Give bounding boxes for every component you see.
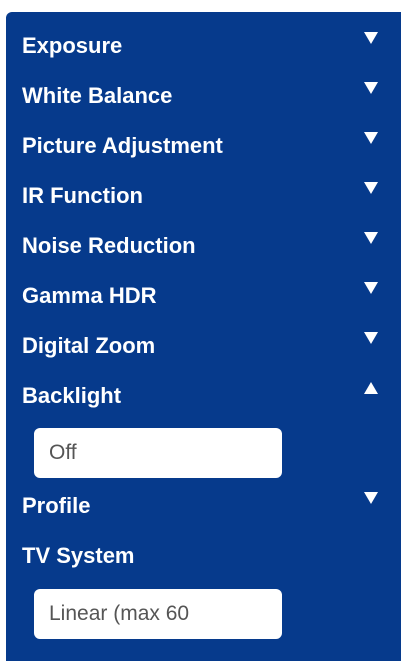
menu-item-exposure[interactable]: Exposure <box>6 26 401 66</box>
menu-item-label: Exposure <box>22 33 123 58</box>
menu-item-noise-reduction[interactable]: Noise Reduction <box>6 226 401 266</box>
settings-menu-panel: Exposure White Balance Picture Adjustmen… <box>6 12 401 661</box>
triangle-down-icon[interactable] <box>364 32 378 44</box>
triangle-down-icon[interactable] <box>364 82 378 94</box>
menu-item-backlight[interactable]: Backlight <box>6 376 401 416</box>
tv-system-select[interactable]: Linear (max 60 <box>34 589 282 639</box>
triangle-up-icon[interactable] <box>364 382 378 394</box>
menu-item-profile[interactable]: Profile <box>6 486 401 526</box>
triangle-down-icon[interactable] <box>364 332 378 344</box>
menu-item-label: Profile <box>22 493 91 518</box>
menu-item-label: TV System <box>22 543 135 568</box>
menu-item-gamma-hdr[interactable]: Gamma HDR <box>6 276 401 316</box>
menu-item-label: Gamma HDR <box>22 283 157 308</box>
triangle-down-icon[interactable] <box>364 232 378 244</box>
menu-item-label: White Balance <box>22 83 173 108</box>
menu-item-tv-system: TV System <box>6 536 401 576</box>
menu-item-white-balance[interactable]: White Balance <box>6 76 401 116</box>
menu-item-label: Backlight <box>22 383 122 408</box>
menu-item-digital-zoom[interactable]: Digital Zoom <box>6 326 401 366</box>
triangle-down-icon[interactable] <box>364 282 378 294</box>
triangle-down-icon[interactable] <box>364 132 378 144</box>
menu-item-label: IR Function <box>22 183 143 208</box>
menu-item-label: Picture Adjustment <box>22 133 223 158</box>
triangle-down-icon[interactable] <box>364 182 378 194</box>
menu-item-picture-adjustment[interactable]: Picture Adjustment <box>6 126 401 166</box>
menu-item-ir-function[interactable]: IR Function <box>6 176 401 216</box>
triangle-down-icon[interactable] <box>364 492 378 504</box>
backlight-select[interactable]: Off <box>34 428 282 478</box>
menu-item-label: Noise Reduction <box>22 233 196 258</box>
menu-item-label: Digital Zoom <box>22 333 156 358</box>
